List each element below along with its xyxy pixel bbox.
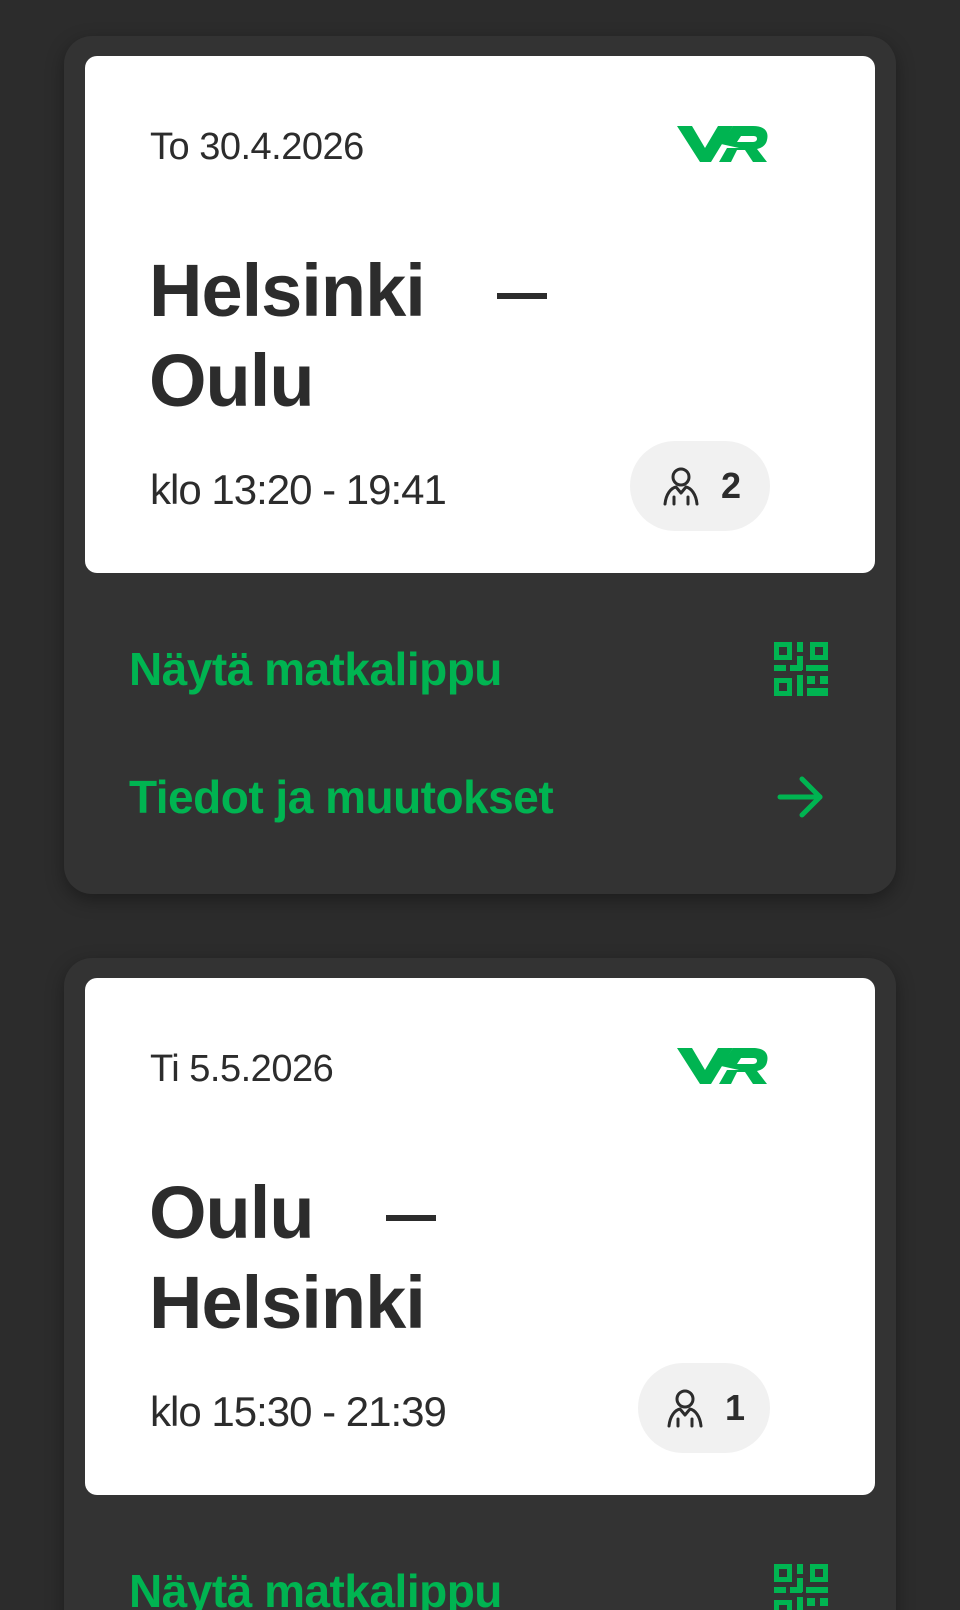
trip-date: Ti 5.5.2026 <box>150 1048 334 1090</box>
details-label: Tiedot ja muutokset <box>129 771 554 823</box>
route-dash <box>496 293 547 300</box>
route: Oulu Helsinki <box>149 1168 436 1348</box>
destination-station: Oulu <box>149 339 315 422</box>
show-ticket-button[interactable]: Näytä matkalippu <box>129 1556 829 1610</box>
trips-list: To 30.4.2026 VR Helsinki Oulu klo 13:20 … <box>0 0 960 1610</box>
details-and-changes-link[interactable]: Tiedot ja muutokset <box>129 762 829 832</box>
passenger-count-badge: 2 <box>630 441 770 531</box>
person-icon <box>667 1389 703 1428</box>
ticket-summary[interactable]: To 30.4.2026 VR Helsinki Oulu klo 13:20 … <box>85 56 875 573</box>
passenger-count: 1 <box>724 1387 746 1428</box>
passenger-count: 2 <box>720 465 742 506</box>
show-ticket-button[interactable]: Näytä matkalippu <box>129 634 829 704</box>
origin-station: Helsinki <box>149 249 426 332</box>
ticket-summary[interactable]: Ti 5.5.2026 VR Oulu Helsinki klo 15:30 -… <box>85 978 875 1495</box>
vr-logo: VR <box>677 1048 768 1084</box>
trip-time: klo 15:30 - 21:39 <box>150 1388 447 1435</box>
trip-date: To 30.4.2026 <box>150 126 364 168</box>
destination-station: Helsinki <box>149 1261 426 1344</box>
passenger-count-badge: 1 <box>638 1363 770 1453</box>
qr-code-icon <box>773 1563 829 1610</box>
person-icon <box>663 467 699 506</box>
trip-card: Ti 5.5.2026 VR Oulu Helsinki klo 15:30 -… <box>64 958 896 1610</box>
arrow-right-icon <box>773 769 829 825</box>
show-ticket-label: Näytä matkalippu <box>129 643 502 695</box>
route: Helsinki Oulu <box>149 246 547 426</box>
vr-logo: VR <box>677 126 768 162</box>
origin-station: Oulu <box>149 1171 315 1254</box>
qr-code-icon <box>773 641 829 697</box>
trip-card: To 30.4.2026 VR Helsinki Oulu klo 13:20 … <box>64 36 896 894</box>
route-dash <box>385 1215 436 1222</box>
trip-time: klo 13:20 - 19:41 <box>150 466 447 513</box>
show-ticket-label: Näytä matkalippu <box>129 1565 502 1610</box>
